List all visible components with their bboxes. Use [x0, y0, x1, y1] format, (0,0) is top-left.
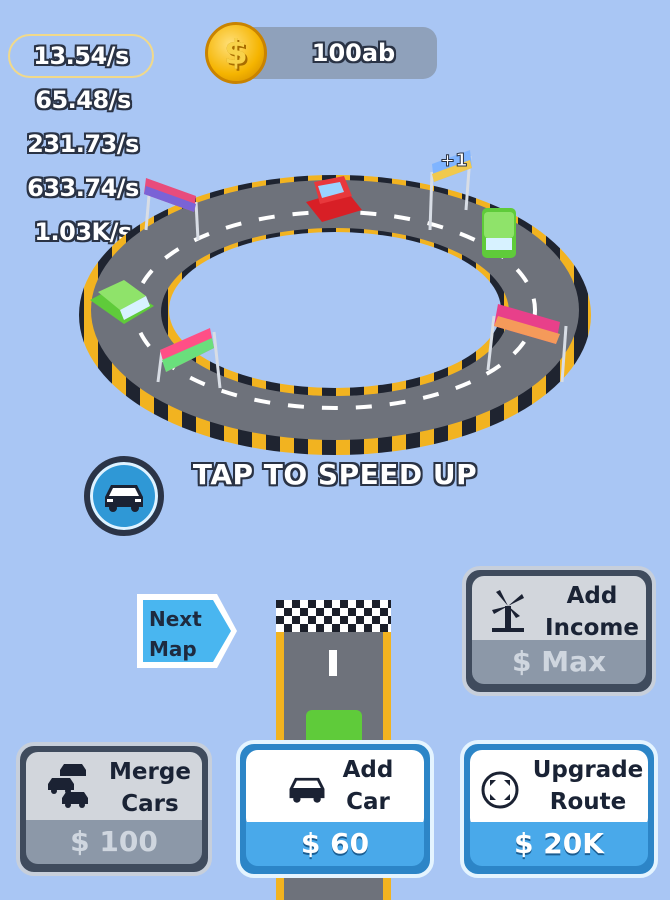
upgrade-route-label-line2: Route — [549, 789, 627, 815]
add-income-button[interactable]: Add Income $ Max — [462, 566, 656, 696]
merge-cars-button[interactable]: Merge Cars $ 100 — [16, 742, 212, 876]
price-value: 100 — [99, 825, 158, 858]
next-map-label-line2: Map — [149, 637, 197, 661]
popup-plus-one: +1 — [440, 150, 468, 171]
add-car-label-line1: Add — [342, 757, 394, 783]
next-map-label: Next Map — [149, 604, 202, 664]
race-track[interactable]: +1 — [0, 120, 670, 490]
car-garage-button[interactable] — [84, 456, 164, 536]
merge-cars-label-line2: Cars — [121, 791, 179, 817]
upgrade-route-button[interactable]: Upgrade Route $ 20K — [460, 740, 658, 878]
add-income-label: Add Income — [532, 580, 652, 644]
next-map-button[interactable]: Next Map — [133, 588, 243, 674]
currency-symbol: $ — [514, 827, 534, 860]
add-income-price: $ Max — [466, 642, 652, 682]
income-rate: 65.48/s — [35, 86, 131, 114]
upgrade-route-label-line1: Upgrade — [532, 757, 644, 783]
add-income-label-line2: Income — [545, 615, 639, 641]
currency-symbol: $ — [70, 825, 90, 858]
next-map-label-line1: Next — [149, 607, 202, 631]
income-rate: 13.54/s — [8, 34, 154, 78]
price-value: 60 — [330, 827, 370, 860]
merge-cars-price: $ 100 — [20, 822, 208, 862]
dollar-coin-icon: $ — [205, 22, 267, 84]
add-car-label: Add Car — [324, 754, 412, 818]
upgrade-route-price: $ 20K — [464, 824, 654, 864]
add-car-label-line2: Car — [346, 789, 390, 815]
currency-symbol: $ — [511, 645, 532, 678]
add-income-label-line1: Add — [566, 583, 618, 609]
windmill-icon — [492, 590, 524, 632]
currency-symbol: $ — [300, 827, 321, 860]
add-car-button[interactable]: Add Car $ 60 — [236, 740, 434, 878]
merge-cars-label: Merge Cars — [90, 756, 210, 820]
merge-cars-label-line1: Merge — [109, 759, 191, 785]
cars-stack-icon — [48, 764, 88, 808]
car-icon — [105, 485, 143, 512]
green-car[interactable] — [482, 208, 516, 258]
expand-arrows-icon — [481, 771, 519, 809]
price-value: Max — [541, 645, 607, 678]
price-value: 20K — [543, 827, 604, 860]
upgrade-route-label: Upgrade Route — [524, 754, 652, 818]
add-car-price: $ 60 — [240, 824, 430, 864]
coin-value: 100ab — [311, 39, 396, 67]
